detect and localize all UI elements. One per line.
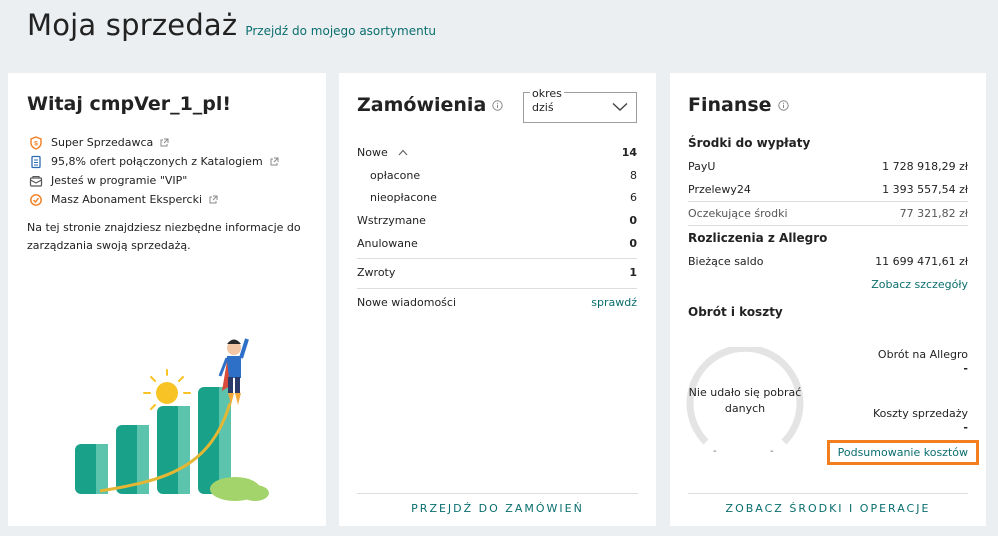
vip-icon <box>29 174 43 188</box>
order-value: 0 <box>629 213 637 227</box>
order-label: Zwroty <box>357 266 396 280</box>
welcome-description: Na tej stronie znajdziesz niezbędne info… <box>27 221 301 252</box>
gauge-message: Nie udało się pobrać danych <box>688 386 802 415</box>
order-label: nieopłacone <box>370 191 437 205</box>
badge-super-seller[interactable]: S Super Sprzedawca <box>29 133 279 152</box>
orders-title-wrap: Zamówienia <box>357 94 503 116</box>
chevron-up-icon[interactable] <box>398 149 408 156</box>
growth-illustration <box>75 338 269 501</box>
welcome-card: Witaj cmpVer_1_pl! S Super Sprzedawca 95… <box>8 73 326 526</box>
payout-row-przelewy24: Przelewy24 1 393 557,54 zł <box>688 178 968 201</box>
subscription-icon <box>29 193 43 207</box>
divider <box>357 258 637 260</box>
orders-card: Zamówienia okres dziś Nowe 14 opłacone 8… <box>339 73 656 526</box>
badge-label: 95,8% ofert połączonych z Katalogiem <box>51 155 263 168</box>
badge-vip[interactable]: Jesteś w programie "VIP" <box>29 171 279 190</box>
period-label: okres <box>530 87 564 100</box>
info-icon[interactable] <box>492 99 503 111</box>
finance-body: Środki do wypłaty PayU 1 728 918,29 zł P… <box>688 131 968 297</box>
external-link-icon <box>270 157 279 165</box>
order-value: 8 <box>630 168 637 182</box>
finance-title: Finanse <box>688 94 772 116</box>
welcome-title: Witaj cmpVer_1_pl! <box>27 93 232 115</box>
orders-title: Zamówienia <box>357 94 487 116</box>
finance-title-wrap: Finanse <box>688 94 789 116</box>
divider <box>688 493 968 494</box>
order-row-paid[interactable]: opłacone 8 <box>357 164 637 187</box>
balance-label: Bieżące saldo <box>688 255 764 268</box>
costs-summary-link[interactable]: Podsumowanie kosztów <box>826 440 979 465</box>
order-row-held[interactable]: Wstrzymane 0 <box>357 209 637 232</box>
payout-value: 77 321,82 zł <box>899 207 968 220</box>
payout-label: Oczekujące środki <box>688 207 788 220</box>
period-select[interactable]: okres dziś <box>523 87 637 123</box>
page-title: Moja sprzedaż <box>27 8 238 42</box>
order-row-unpaid[interactable]: nieopłacone 6 <box>357 186 637 209</box>
check-messages-link[interactable]: sprawdź <box>591 296 637 309</box>
period-value: dziś <box>532 101 554 114</box>
order-label: Wstrzymane <box>357 213 426 227</box>
payout-label: Przelewy24 <box>688 183 751 196</box>
order-row-returns[interactable]: Zwroty 1 <box>357 261 637 284</box>
order-value: 6 <box>630 191 637 205</box>
turnover-label: Obrót na Allegro <box>877 348 968 361</box>
order-label: Nowe <box>357 145 388 159</box>
costs-label: Koszty sprzedaży <box>872 407 968 420</box>
order-row-cancelled[interactable]: Anulowane 0 <box>357 232 637 255</box>
external-link-icon <box>160 138 169 146</box>
order-label: opłacone <box>370 168 421 182</box>
allegro-heading: Rozliczenia z Allegro <box>688 231 828 245</box>
finance-card: Finanse Środki do wypłaty PayU 1 728 918… <box>670 73 986 526</box>
svg-text:S: S <box>34 140 38 147</box>
order-value: 14 <box>621 145 637 159</box>
catalog-icon <box>29 155 43 169</box>
order-label: Nowe wiadomości <box>357 295 457 309</box>
info-icon[interactable] <box>777 99 789 111</box>
super-seller-icon: S <box>29 135 43 150</box>
payout-label: PayU <box>688 160 716 173</box>
divider <box>357 493 638 494</box>
sun-icon <box>143 369 191 410</box>
badge-label: Jesteś w programie "VIP" <box>51 174 188 187</box>
seller-badges: S Super Sprzedawca 95,8% ofert połączony… <box>29 133 279 209</box>
gauge-left-value: - <box>713 446 717 457</box>
see-funds-button[interactable]: ZOBACZ ŚRODKI I OPERACJE <box>670 502 986 515</box>
see-details-link[interactable]: Zobacz szczegóły <box>688 273 968 297</box>
go-to-orders-button[interactable]: PRZEJDŹ DO ZAMÓWIEŃ <box>339 502 656 515</box>
order-row-new[interactable]: Nowe 14 <box>357 141 637 164</box>
gauge-right-value: - <box>770 446 774 457</box>
payout-heading: Środki do wypłaty <box>688 136 811 150</box>
badge-subscription[interactable]: Masz Abonament Ekspercki <box>29 190 279 209</box>
order-row-messages: Nowe wiadomości sprawdź <box>357 291 637 314</box>
external-link-icon <box>209 195 218 203</box>
costs-value: - <box>963 421 968 434</box>
payout-value: 1 393 557,54 zł <box>882 183 968 196</box>
payout-row-pending: Oczekujące środki 77 321,82 zł <box>688 202 968 225</box>
payout-row-payu: PayU 1 728 918,29 zł <box>688 155 968 178</box>
chevron-down-icon <box>612 102 628 111</box>
order-value: 1 <box>629 266 637 280</box>
order-value: 0 <box>629 236 637 250</box>
badge-label: Super Sprzedawca <box>51 136 154 149</box>
turnover-value: - <box>963 362 968 375</box>
order-label: Anulowane <box>357 236 418 250</box>
balance-row: Bieżące saldo 11 699 471,61 zł <box>688 250 968 273</box>
badge-label: Masz Abonament Ekspercki <box>51 193 203 206</box>
page-header: Moja sprzedaż Przejdź do mojego asortyme… <box>27 8 436 42</box>
payout-value: 1 728 918,29 zł <box>882 160 968 173</box>
turnover-heading: Obrót i koszty <box>688 305 783 319</box>
divider <box>357 288 637 290</box>
balance-value: 11 699 471,61 zł <box>875 255 968 268</box>
badge-catalog[interactable]: 95,8% ofert połączonych z Katalogiem <box>29 152 279 171</box>
assortment-link[interactable]: Przejdź do mojego asortymentu <box>245 24 436 38</box>
orders-list: Nowe 14 opłacone 8 nieopłacone 6 Wstrzym… <box>357 141 637 314</box>
